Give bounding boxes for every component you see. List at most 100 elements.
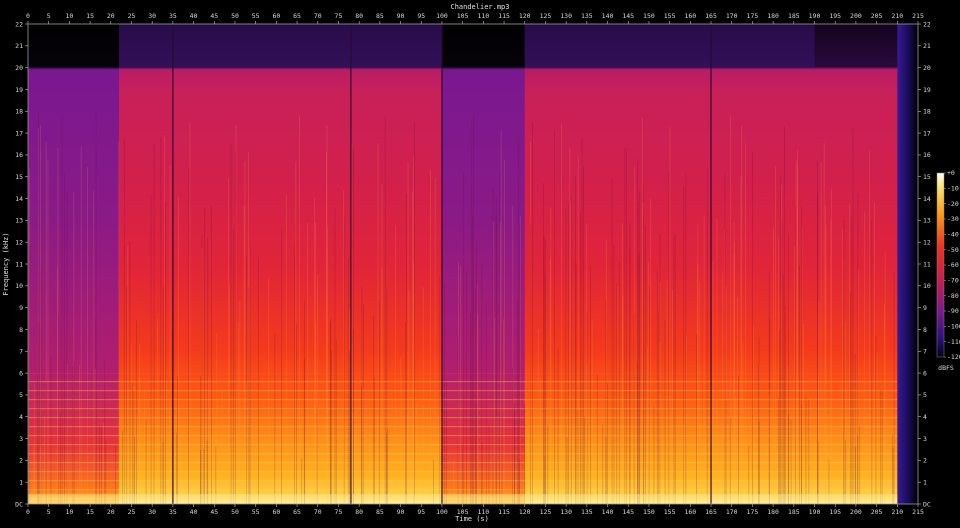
x-tick-label: 190 (809, 508, 821, 516)
spectral-streak (852, 127, 854, 504)
x-tick-label: 215 (912, 12, 924, 20)
spectral-streak (274, 333, 276, 504)
spectral-streak (820, 162, 822, 504)
spectral-streak (543, 183, 544, 504)
spectral-streak (795, 159, 797, 504)
spectral-streak (686, 333, 687, 504)
y-tick-label: 7 (19, 348, 23, 356)
spectral-streak (666, 280, 668, 504)
spectral-streak (808, 400, 810, 504)
x-tick-label: 0 (26, 508, 30, 516)
spectral-streak (874, 202, 875, 504)
y-tick-label: 9 (923, 304, 927, 312)
x-tick-label: 0 (26, 12, 30, 20)
x-tick-label: 135 (581, 508, 593, 516)
spectral-streak (243, 206, 245, 505)
spectral-streak (758, 337, 760, 504)
spectral-streak (697, 264, 699, 504)
spectral-streak (850, 292, 851, 504)
spectral-streak (314, 197, 315, 505)
spectral-streak (492, 189, 494, 505)
spectral-streak (518, 137, 520, 504)
spectral-streak (722, 272, 724, 504)
spectral-streak (295, 161, 297, 504)
colorbar-label: dBFS (938, 364, 954, 372)
spectral-streak (61, 117, 63, 504)
spectral-streak (584, 416, 585, 504)
spectral-streak (590, 266, 591, 504)
spectral-streak (843, 219, 845, 504)
y-tick-label: 5 (923, 391, 927, 399)
x-tick-label: 200 (850, 12, 862, 20)
spectral-streak (472, 215, 473, 504)
colorbar: +0 -10 -20 -30 -40 -50 -60 -70 -80 -90 -100 -110 -12… (936, 169, 960, 361)
x-tick-label: 90 (397, 12, 405, 20)
spectral-streak (144, 389, 145, 504)
x-tick-label: 25 (128, 12, 136, 20)
spectral-streak (477, 314, 479, 504)
spectral-streak (164, 135, 165, 504)
x-tick-label: 165 (705, 12, 717, 20)
spectral-streak (412, 191, 413, 504)
y-axis-label: Frequency (kHz) (2, 232, 10, 295)
spectral-streak (575, 262, 577, 504)
y-tick-label: 1 (19, 478, 23, 486)
spectral-streak (583, 165, 584, 504)
y-tick-label: 10 (923, 282, 931, 290)
spectral-streak (315, 221, 316, 505)
spectral-streak (753, 325, 754, 504)
spectral-streak (130, 344, 132, 504)
spectral-streak (716, 218, 718, 504)
y-tick-label: 3 (19, 435, 23, 443)
y-tick-label: 8 (19, 326, 23, 334)
spectral-streak (400, 357, 402, 504)
spectral-streak (446, 381, 447, 504)
spectral-streak (831, 189, 832, 504)
y-tick-label: 17 (923, 129, 931, 137)
x-tick-label: 205 (871, 12, 883, 20)
spectral-streak (416, 402, 417, 504)
spectral-streak (602, 424, 604, 504)
x-tick-label: 5 (47, 508, 51, 516)
y-tick-label: DC (15, 500, 23, 508)
spectral-streak (893, 271, 895, 504)
spectral-streak (66, 363, 68, 504)
spectral-streak (44, 415, 45, 504)
colorbar-tick-label: -100 (947, 323, 960, 331)
x-tick-label: 145 (622, 12, 634, 20)
transient-line (710, 24, 712, 504)
spectral-streak (504, 159, 505, 504)
spectral-streak (37, 127, 39, 505)
spectral-streak (329, 321, 331, 504)
spectral-streak (157, 318, 159, 504)
spectral-streak (626, 148, 627, 504)
x-tick-label: 205 (871, 508, 883, 516)
x-tick-label: 160 (684, 12, 696, 20)
y-tick-label: 16 (15, 151, 23, 159)
y-tick-label: 9 (19, 304, 23, 312)
spectral-streak (189, 122, 191, 504)
spectral-streak (884, 304, 885, 504)
spectral-streak (769, 394, 770, 504)
spectral-streak (669, 126, 671, 505)
colorbar-tick-label: -10 (947, 185, 959, 193)
spectral-streak (237, 322, 239, 504)
x-tick-label: 170 (726, 508, 738, 516)
spectral-streak (296, 324, 297, 504)
x-tick-label: 155 (664, 12, 676, 20)
x-tick-label: 210 (891, 12, 903, 20)
spectral-streak (349, 350, 350, 504)
x-tick-label: 30 (148, 508, 156, 516)
spectral-streak (60, 412, 61, 504)
spectral-streak (326, 152, 327, 504)
spectral-streak (303, 359, 305, 504)
spectral-streak (858, 269, 859, 504)
spectral-streak (95, 112, 97, 504)
spectral-streak (607, 383, 608, 504)
spectral-streak (683, 422, 685, 504)
spectral-streak (818, 302, 820, 504)
x-tick-label: 60 (272, 12, 280, 20)
spectral-streak (645, 225, 646, 504)
spectral-streak (145, 419, 147, 504)
x-tick-label: 15 (86, 12, 94, 20)
